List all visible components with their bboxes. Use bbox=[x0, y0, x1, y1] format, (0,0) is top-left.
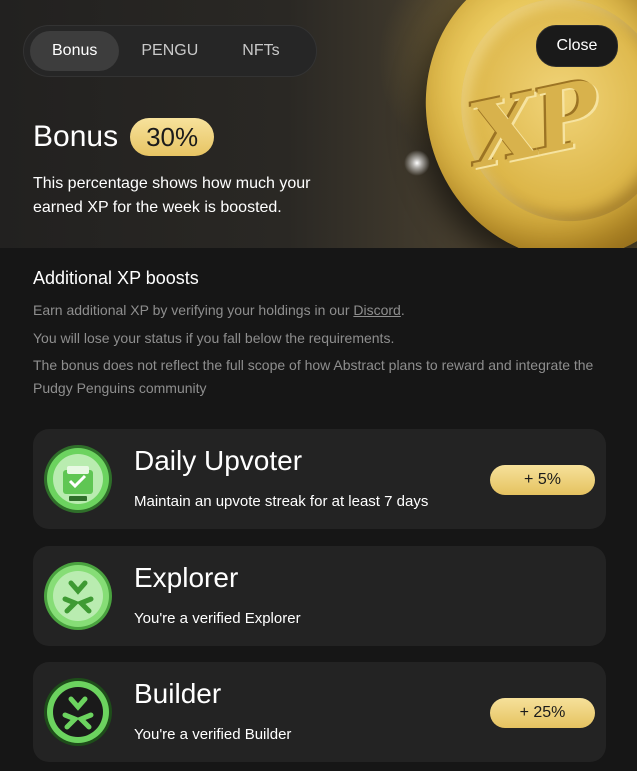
discord-link[interactable]: Discord bbox=[353, 302, 400, 318]
close-button[interactable]: Close bbox=[536, 25, 618, 67]
boost-card-builder: Builder You're a verified Builder + 25% bbox=[33, 662, 606, 762]
sparkle-icon bbox=[404, 150, 430, 176]
boost-title: Daily Upvoter bbox=[134, 445, 303, 476]
tab-pengu[interactable]: PENGU bbox=[119, 31, 220, 71]
tab-bonus[interactable]: Bonus bbox=[30, 31, 120, 71]
tab-nfts[interactable]: NFTs bbox=[220, 31, 301, 71]
boost-description: You're a verified Explorer bbox=[134, 610, 301, 627]
boost-title: Explorer bbox=[134, 562, 239, 593]
hero-banner: XP Bonus PENGU NFTs Close Bonus 30% This… bbox=[0, 0, 637, 248]
boost-percent-badge: + 5% bbox=[490, 465, 595, 495]
info-scope-line: The bonus does not reflect the full scop… bbox=[33, 357, 594, 396]
xp-bonus-panel: XP Bonus PENGU NFTs Close Bonus 30% This… bbox=[0, 0, 637, 771]
additional-boosts-title: Additional XP boosts bbox=[33, 268, 199, 288]
boost-card-explorer: Explorer You're a verified Explorer bbox=[33, 546, 606, 646]
vote-badge-icon bbox=[44, 445, 112, 513]
tab-bar: Bonus PENGU NFTs bbox=[23, 25, 317, 77]
boost-description: You're a verified Builder bbox=[134, 726, 292, 743]
boost-title: Builder bbox=[134, 678, 222, 709]
bonus-title: Bonus bbox=[33, 120, 119, 153]
bonus-percent-badge: 30% bbox=[130, 118, 215, 156]
boost-description: Maintain an upvote streak for at least 7… bbox=[134, 493, 429, 510]
bonus-description: This percentage shows how much your earn… bbox=[33, 175, 311, 216]
info-status-line: You will lose your status if you fall be… bbox=[33, 330, 395, 346]
builder-badge-icon bbox=[44, 678, 112, 746]
info-discord-line: Earn additional XP by verifying your hol… bbox=[33, 302, 405, 318]
bonus-heading: Bonus 30% bbox=[33, 118, 215, 156]
boost-percent-badge: + 25% bbox=[490, 698, 595, 728]
boost-card-daily-upvoter: Daily Upvoter Maintain an upvote streak … bbox=[33, 429, 606, 529]
explorer-badge-icon bbox=[44, 562, 112, 630]
